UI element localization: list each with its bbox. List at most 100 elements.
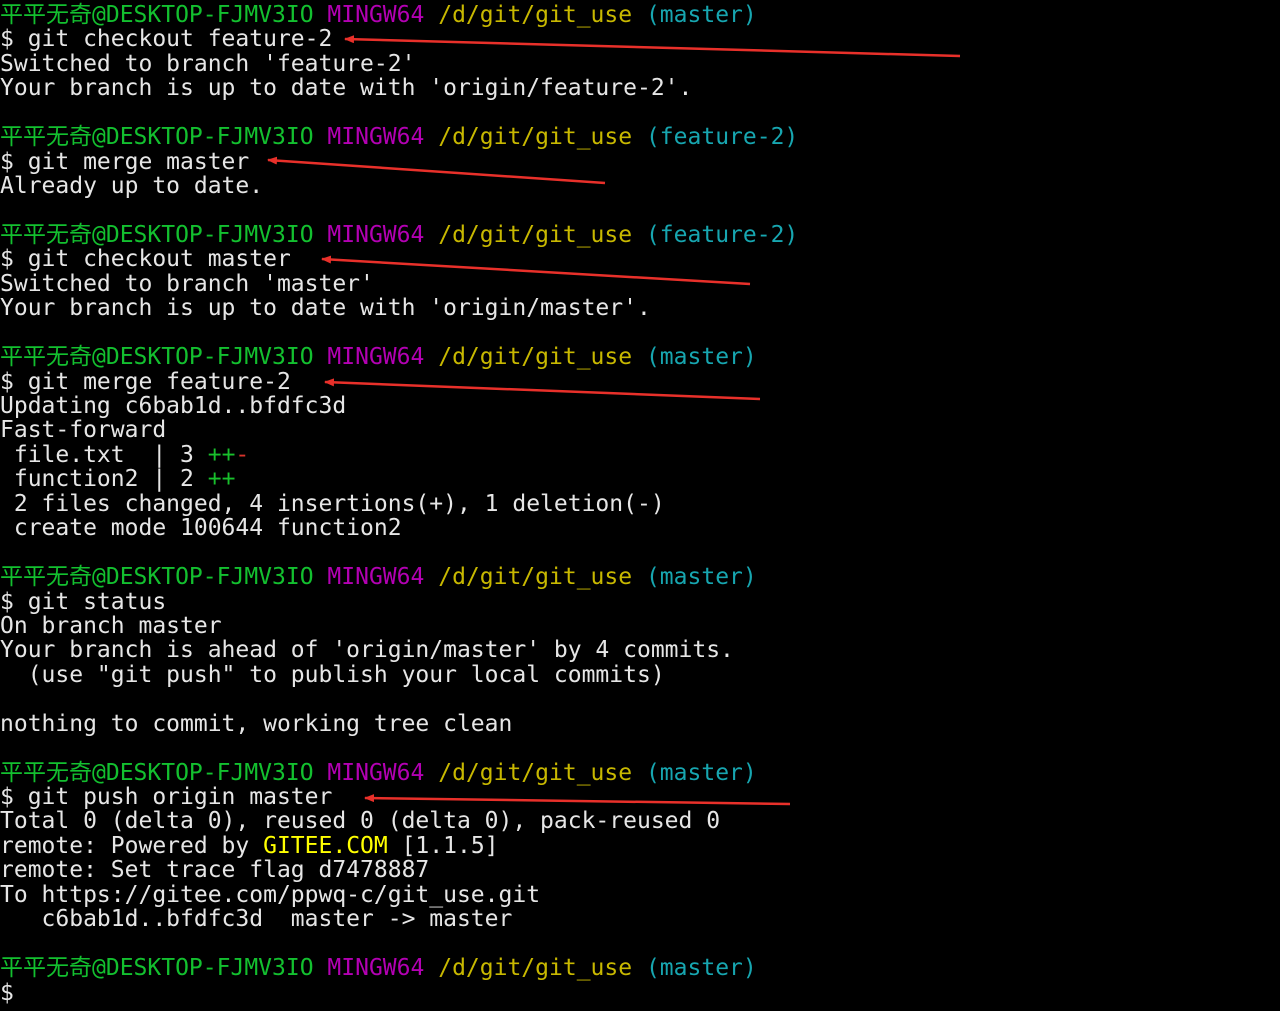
prompt-line: 平平无奇@DESKTOP-FJMV3IO MINGW64 /d/git/git_… [0, 345, 1280, 369]
output-line: nothing to commit, working tree clean [0, 710, 1280, 737]
output-text: Switched to branch 'feature-2' [0, 50, 416, 77]
output-line: Fast-forward [0, 418, 1280, 442]
command-text: $ git merge master [0, 148, 250, 175]
prompt-host: MINGW64 [327, 124, 425, 151]
output-text: Updating c6bab1d..bfdfc3d [0, 393, 347, 419]
diffstat-text: function2 | 2 [0, 466, 208, 493]
command-text: $ git merge feature-2 [0, 368, 291, 395]
output-text: To https://gitee.com/ppwq-c/git_use.git [0, 881, 541, 908]
output-text: (use "git push" to publish your local co… [0, 661, 665, 688]
prompt-host: MINGW64 [327, 955, 425, 982]
output-text: On branch master [0, 612, 222, 639]
diffstat-plus: ++ [207, 441, 236, 468]
prompt-path: /d/git/git_use [438, 955, 633, 982]
command-text: $ git status [0, 588, 167, 615]
diffstat-text: file.txt | 3 [0, 441, 208, 468]
diffstat-plus: ++ [207, 466, 236, 493]
prompt-line: 平平无奇@DESKTOP-FJMV3IO MINGW64 /d/git/git_… [0, 125, 1280, 149]
prompt-host: MINGW64 [327, 344, 425, 371]
output-text: nothing to commit, working tree clean [0, 710, 513, 737]
output-line: remote: Powered by GITEE.COM [1.1.5] [0, 834, 1280, 858]
diffstat-minus: - [235, 441, 250, 468]
prompt-line: 平平无奇@DESKTOP-FJMV3IO MINGW64 /d/git/git_… [0, 759, 1280, 786]
command-text: $ [0, 979, 14, 1006]
output-text: Total 0 (delta 0), reused 0 (delta 0), p… [0, 808, 721, 835]
output-line: remote: Set trace flag d7478887 [0, 858, 1280, 882]
command-line: $ git merge master [0, 148, 1280, 175]
output-line: To https://gitee.com/ppwq-c/git_use.git [0, 883, 1280, 907]
diffstat-line: file.txt | 3 ++- [0, 443, 1280, 467]
output-text: Your branch is ahead of 'origin/master' … [0, 637, 734, 664]
prompt-path: /d/git/git_use [438, 564, 633, 591]
prompt-branch: (master) [645, 759, 757, 786]
output-line: Updating c6bab1d..bfdfc3d [0, 394, 1280, 418]
output-line: Switched to branch 'master' [0, 272, 1280, 296]
output-text: Fast-forward [0, 417, 167, 444]
output-line: Switched to branch 'feature-2' [0, 52, 1280, 76]
prompt-path: /d/git/git_use [438, 221, 633, 248]
prompt-user: 平平无奇@DESKTOP-FJMV3IO [0, 955, 314, 982]
prompt-user: 平平无奇@DESKTOP-FJMV3IO [0, 2, 314, 28]
output-line: On branch master [0, 614, 1280, 638]
prompt-user: 平平无奇@DESKTOP-FJMV3IO [0, 344, 314, 371]
output-text: 2 files changed, 4 insertions(+), 1 dele… [0, 490, 665, 517]
output-text: Already up to date. [0, 173, 264, 200]
prompt-branch: (master) [645, 564, 757, 591]
diffstat-line: function2 | 2 ++ [0, 467, 1280, 491]
prompt-user: 平平无奇@DESKTOP-FJMV3IO [0, 221, 314, 248]
output-line: Your branch is up to date with 'origin/f… [0, 76, 1280, 100]
prompt-path: /d/git/git_use [438, 124, 633, 151]
output-line: (use "git push" to publish your local co… [0, 663, 1280, 687]
prompt-line: 平平无奇@DESKTOP-FJMV3IO MINGW64 /d/git/git_… [0, 565, 1280, 589]
prompt-path: /d/git/git_use [438, 759, 633, 786]
command-line: $ git checkout feature-2 [0, 27, 1280, 51]
prompt-user: 平平无奇@DESKTOP-FJMV3IO [0, 564, 314, 591]
output-line: Your branch is up to date with 'origin/m… [0, 296, 1280, 320]
output-text: create mode 100644 function2 [0, 515, 402, 542]
output-text: c6bab1d..bfdfc3d master -> master [0, 906, 513, 933]
prompt-branch: (feature-2) [645, 221, 799, 248]
command-line: $ git checkout master [0, 247, 1280, 271]
prompt-branch: (master) [645, 344, 757, 371]
prompt-user: 平平无奇@DESKTOP-FJMV3IO [0, 124, 314, 151]
output-line: c6bab1d..bfdfc3d master -> master [0, 907, 1280, 931]
command-line: $ git status [0, 588, 1280, 615]
prompt-host: MINGW64 [327, 221, 425, 248]
gitee-highlight: GITEE.COM [263, 832, 388, 859]
output-text: Switched to branch 'master' [0, 270, 374, 297]
output-line: Total 0 (delta 0), reused 0 (delta 0), p… [0, 809, 1280, 833]
prompt-line: 平平无奇@DESKTOP-FJMV3IO MINGW64 /d/git/git_… [0, 223, 1280, 247]
output-text: Your branch is up to date with 'origin/m… [0, 295, 651, 322]
prompt-host: MINGW64 [327, 564, 425, 591]
prompt-line: 平平无奇@DESKTOP-FJMV3IO MINGW64 /d/git/git_… [0, 956, 1280, 980]
command-line: $ [0, 979, 1280, 1006]
command-line: $ git merge feature-2 [0, 368, 1280, 395]
output-line: create mode 100644 function2 [0, 516, 1280, 540]
output-text: [1.1.5] [387, 832, 499, 859]
output-line: 2 files changed, 4 insertions(+), 1 dele… [0, 492, 1280, 516]
prompt-branch: (master) [645, 955, 757, 982]
prompt-user: 平平无奇@DESKTOP-FJMV3IO [0, 759, 314, 786]
prompt-host: MINGW64 [327, 759, 425, 786]
output-line: Already up to date. [0, 174, 1280, 198]
command-text: $ git checkout master [0, 246, 291, 273]
prompt-path: /d/git/git_use [438, 344, 633, 371]
prompt-line: 平平无奇@DESKTOP-FJMV3IO MINGW64 /d/git/git_… [0, 3, 1280, 27]
output-text: remote: Powered by [0, 832, 264, 859]
command-line: $ git push origin master [0, 785, 1280, 809]
prompt-path: /d/git/git_use [438, 2, 633, 28]
command-text: $ git checkout feature-2 [0, 26, 333, 53]
output-text: remote: Set trace flag d7478887 [0, 857, 430, 884]
prompt-host: MINGW64 [327, 2, 425, 28]
prompt-branch: (feature-2) [645, 124, 799, 151]
output-line: Your branch is ahead of 'origin/master' … [0, 638, 1280, 662]
prompt-branch: (master) [645, 2, 757, 28]
terminal-output[interactable]: 平平无奇@DESKTOP-FJMV3IO MINGW64 /d/git/git_… [0, 3, 1280, 1005]
